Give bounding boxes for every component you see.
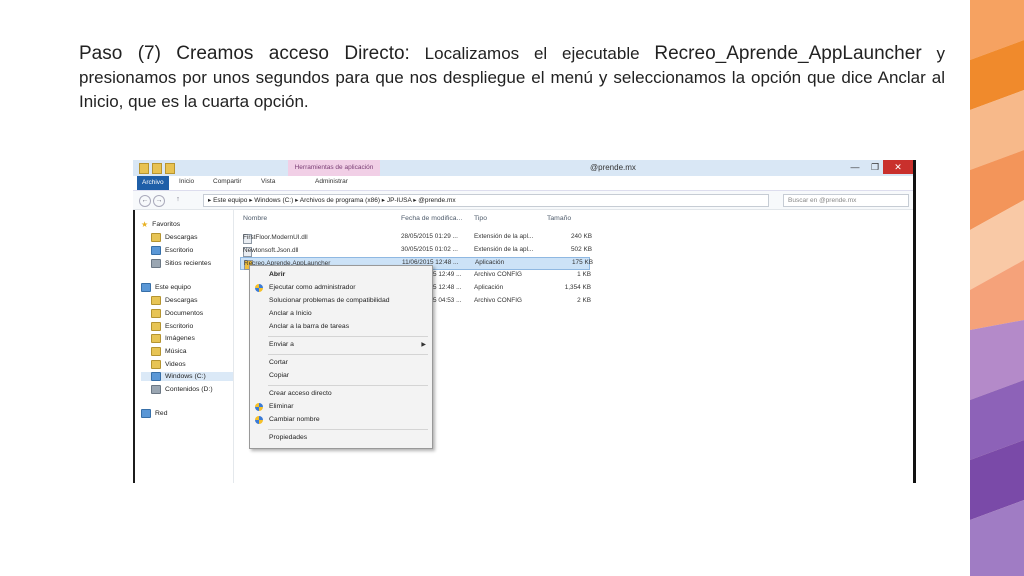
close-button[interactable]: ✕ (883, 160, 913, 174)
folder-icon (151, 322, 161, 331)
title-bar[interactable]: Herramientas de aplicación @prende.mx — … (133, 160, 913, 176)
menu-item-cut[interactable]: Cortar (269, 359, 288, 366)
nav-favorites[interactable]: ★ Favoritos (141, 220, 180, 229)
menu-item-open[interactable]: Abrir (269, 271, 285, 278)
folder-icon (151, 296, 161, 305)
nav-item-recent[interactable]: Sitios recientes (151, 259, 211, 268)
tab-archivo[interactable]: Archivo (137, 176, 169, 190)
chevron-right-icon: ▶ (421, 342, 426, 348)
menu-item-pin-start[interactable]: Anclar a Inicio (269, 310, 312, 317)
menu-item-rename[interactable]: Cambiar nombre (269, 416, 320, 423)
context-menu: Abrir Ejecutar como administrador Soluci… (249, 265, 433, 449)
star-icon: ★ (141, 220, 149, 229)
address-bar[interactable]: ▸ Este equipo ▸ Windows (C:) ▸ Archivos … (203, 194, 769, 207)
quick-access-toolbar (139, 163, 175, 174)
tab-inicio[interactable]: Inicio (179, 178, 194, 185)
nav-item-downloads[interactable]: Descargas (151, 296, 198, 305)
drive-icon (151, 385, 161, 394)
column-size[interactable]: Tamaño (547, 215, 571, 222)
maximize-button[interactable]: ❐ (865, 160, 885, 174)
recent-icon (151, 259, 161, 268)
drive-icon (151, 372, 161, 381)
folder-icon (151, 347, 161, 356)
nav-item-windows-c[interactable]: Windows (C:) (141, 372, 233, 381)
exe-name: Recreo_Aprende_AppLauncher (654, 43, 922, 64)
folder-icon (151, 233, 161, 242)
slide-caption: Paso (7) Creamos acceso Directo: Localiz… (79, 42, 945, 114)
computer-icon (141, 283, 151, 292)
explorer-window: Herramientas de aplicación @prende.mx — … (133, 160, 916, 483)
column-name[interactable]: Nombre (243, 215, 267, 222)
nav-item-music[interactable]: Música (151, 347, 187, 356)
window-title: @prende.mx (590, 163, 636, 172)
menu-separator (268, 354, 428, 355)
step-title: Paso (7) Creamos acceso Directo: (79, 43, 410, 64)
search-input[interactable]: Buscar en @prende.mx (783, 194, 909, 207)
folder-icon[interactable] (165, 163, 175, 174)
navigation-pane: ★ Favoritos Descargas Escritorio Sitios r… (141, 214, 233, 483)
menu-item-delete[interactable]: Eliminar (269, 403, 294, 410)
ribbon-tabs: Archivo Inicio Compartir Vista Administr… (133, 176, 913, 191)
tab-administrar[interactable]: Administrar (315, 178, 348, 185)
folder-icon (151, 334, 161, 343)
minimize-button[interactable]: — (845, 160, 865, 174)
menu-separator (268, 429, 428, 430)
folder-icon (151, 360, 161, 369)
menu-item-create-shortcut[interactable]: Crear acceso directo (269, 390, 332, 397)
nav-item-desktop[interactable]: Escritorio (151, 322, 193, 331)
menu-separator (268, 385, 428, 386)
back-arrow-icon[interactable]: ← (139, 195, 151, 207)
menu-item-properties[interactable]: Propiedades (269, 434, 307, 441)
forward-arrow-icon[interactable]: → (153, 195, 165, 207)
folder-icon[interactable] (139, 163, 149, 174)
nav-network[interactable]: Red (141, 409, 167, 418)
column-date[interactable]: Fecha de modifica... (401, 215, 462, 222)
network-icon (141, 409, 151, 418)
address-bar-row: ← → ↑ ▸ Este equipo ▸ Windows (C:) ▸ Arc… (133, 191, 913, 210)
folder-icon[interactable] (152, 163, 162, 174)
contextual-tab-group: Herramientas de aplicación (288, 160, 380, 176)
menu-item-troubleshoot[interactable]: Solucionar problemas de compatibilidad (269, 297, 390, 304)
nav-item-documents[interactable]: Documentos (151, 309, 203, 318)
menu-item-copy[interactable]: Copiar (269, 372, 289, 379)
nav-item-videos[interactable]: Videos (151, 360, 186, 369)
folder-icon (151, 309, 161, 318)
nav-item-escritorio[interactable]: Escritorio (151, 246, 193, 255)
decorative-strip (970, 0, 1024, 576)
menu-item-run-admin[interactable]: Ejecutar como administrador (269, 284, 356, 291)
nav-item-images[interactable]: Imágenes (151, 334, 195, 343)
shield-icon (255, 284, 263, 292)
table-row[interactable]: Newtonsoft.Json.dll 30/05/2015 01:02 ...… (241, 245, 592, 257)
column-type[interactable]: Tipo (474, 215, 487, 222)
desktop-icon (151, 246, 161, 255)
menu-item-send-to[interactable]: Enviar a (269, 341, 294, 348)
caption-text-1: Localizamos el ejecutable (409, 44, 655, 63)
menu-item-pin-taskbar[interactable]: Anclar a la barra de tareas (269, 323, 349, 330)
nav-item-contenidos-d[interactable]: Contenidos (D:) (151, 385, 213, 394)
shield-icon (255, 416, 263, 424)
nav-item-descargas[interactable]: Descargas (151, 233, 198, 242)
shield-icon (255, 403, 263, 411)
table-row[interactable]: FirstFloor.ModernUI.dll 28/05/2015 01:29… (241, 232, 592, 244)
pane-divider[interactable] (233, 210, 234, 483)
menu-separator (268, 336, 428, 337)
up-arrow-icon[interactable]: ↑ (173, 195, 183, 205)
tab-vista[interactable]: Vista (261, 178, 275, 185)
nav-this-pc[interactable]: Este equipo (141, 283, 191, 292)
tab-compartir[interactable]: Compartir (213, 178, 242, 185)
